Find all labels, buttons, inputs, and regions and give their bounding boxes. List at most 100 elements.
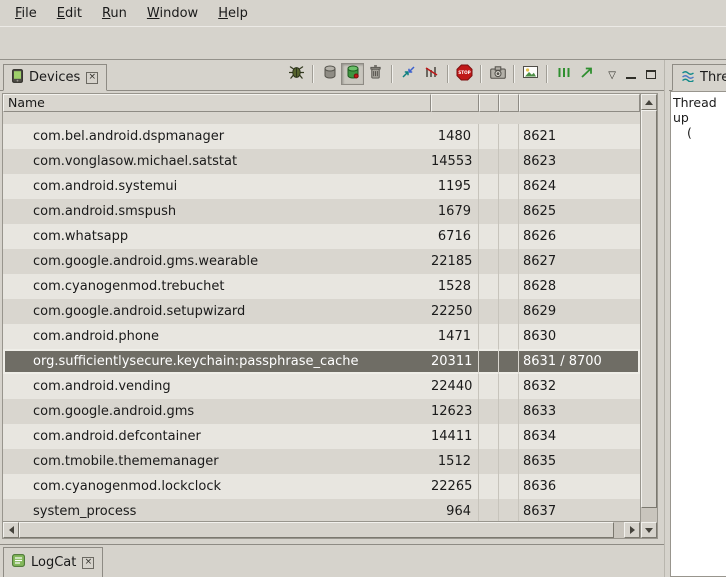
screen-capture-button[interactable]: [486, 63, 509, 85]
column-header-blank-2[interactable]: [499, 94, 519, 112]
menu-file[interactable]: File: [5, 3, 47, 24]
process-port: 8635: [519, 449, 640, 474]
process-pid: 1195: [431, 174, 479, 199]
blank-cell: [479, 299, 499, 324]
update-threads-icon: [401, 65, 416, 83]
toolbar-separator: [480, 65, 482, 83]
update-threads-button[interactable]: [397, 63, 420, 85]
screen-capture-icon: [490, 66, 506, 83]
view-menu-icon[interactable]: ▽: [608, 71, 616, 81]
dump-view-hierarchy-button[interactable]: [519, 63, 542, 85]
blank-cell: [499, 299, 519, 324]
vertical-scroll-thumb[interactable]: [641, 110, 657, 508]
process-row[interactable]: com.cyanogenmod.trebuchet15288628: [3, 274, 640, 299]
column-header-blank-1[interactable]: [479, 94, 499, 112]
devices-view: Devices ×: [0, 60, 664, 577]
vertical-scrollbar[interactable]: [640, 94, 657, 538]
dump-hprof-button[interactable]: [341, 63, 364, 85]
devices-tabstrip: Devices ×: [0, 60, 664, 91]
process-pid: 22440: [431, 374, 479, 399]
process-row[interactable]: com.google.android.gms.wearable221858627: [3, 249, 640, 274]
process-port: 8633: [519, 399, 640, 424]
tab-devices[interactable]: Devices ×: [3, 64, 107, 91]
column-header-name[interactable]: Name: [3, 94, 431, 112]
process-name: com.whatsapp: [3, 224, 431, 249]
stop-process-button[interactable]: STOP: [453, 63, 476, 85]
blank-cell: [479, 449, 499, 474]
logcat-view: LogCat ×: [0, 544, 664, 577]
close-icon[interactable]: ×: [86, 72, 98, 84]
process-pid: 964: [431, 499, 479, 521]
threads-view-icon: [681, 70, 694, 86]
debug-process-button[interactable]: [285, 63, 308, 85]
horizontal-scroll-thumb[interactable]: [19, 522, 614, 538]
scroll-right-button[interactable]: [624, 522, 640, 538]
column-header-pid[interactable]: [431, 94, 479, 112]
tab-devices-label: Devices: [29, 70, 80, 85]
update-heap-button[interactable]: [318, 63, 341, 85]
blank-cell: [499, 274, 519, 299]
cause-gc-button[interactable]: [364, 63, 387, 85]
process-row[interactable]: com.android.systemui11958624: [3, 174, 640, 199]
minimize-icon[interactable]: [626, 68, 636, 83]
process-pid: 1679: [431, 199, 479, 224]
process-row[interactable]: com.android.vending224408632: [3, 374, 640, 399]
process-row[interactable]: com.tmobile.thememanager15128635: [3, 449, 640, 474]
menu-edit[interactable]: Edit: [47, 3, 92, 24]
capture-systrace-button[interactable]: [552, 63, 575, 85]
blank-cell: [499, 249, 519, 274]
maximize-icon[interactable]: [646, 68, 656, 83]
process-pid: 22265: [431, 474, 479, 499]
process-row[interactable]: com.bel.android.dspmanager14808621: [3, 124, 640, 149]
process-row[interactable]: com.cyanogenmod.lockclock222658636: [3, 474, 640, 499]
blank-cell: [479, 324, 499, 349]
blank-cell: [479, 199, 499, 224]
blank-cell: [479, 474, 499, 499]
stop-process-icon: STOP: [456, 64, 473, 85]
menu-help[interactable]: Help: [208, 3, 258, 24]
process-row[interactable]: org.sufficientlysecure.keychain:passphra…: [3, 349, 640, 374]
blank-cell: [479, 499, 499, 521]
menu-run[interactable]: Run: [92, 3, 137, 24]
start-method-profiling-button[interactable]: [420, 63, 443, 85]
start-opengl-trace-button[interactable]: [575, 63, 598, 85]
process-port: 8631 / 8700: [519, 349, 640, 374]
process-row[interactable]: com.android.defcontainer144118634: [3, 424, 640, 449]
process-row[interactable]: com.android.smspush16798625: [3, 199, 640, 224]
debug-process-icon: [289, 65, 304, 84]
process-port: 8632: [519, 374, 640, 399]
blank-cell: [499, 124, 519, 149]
devices-table-area: Name com.bel.android.dspmanager14808621c…: [0, 91, 664, 539]
svg-text:STOP: STOP: [459, 70, 472, 75]
tab-threads-label: Threads: [700, 70, 726, 85]
menu-window[interactable]: Window: [137, 3, 208, 24]
process-row[interactable]: system_process9648637: [3, 499, 640, 521]
horizontal-scrollbar[interactable]: [3, 521, 640, 538]
scroll-up-button[interactable]: [641, 94, 657, 110]
blank-cell: [499, 149, 519, 174]
process-name: com.android.defcontainer: [3, 424, 431, 449]
toolbar-separator: [312, 65, 314, 83]
process-port: 8636: [519, 474, 640, 499]
capture-systrace-icon: [557, 66, 571, 83]
devices-toolbar: STOP: [285, 63, 598, 90]
process-row[interactable]: com.android.phone14718630: [3, 324, 640, 349]
process-row[interactable]: com.vonglasow.michael.satstat145538623: [3, 149, 640, 174]
process-pid: 14553: [431, 149, 479, 174]
blank-cell: [499, 424, 519, 449]
scroll-left-button[interactable]: [3, 522, 19, 538]
tab-threads[interactable]: Threads: [672, 64, 726, 91]
process-row[interactable]: com.google.android.gms126238633: [3, 399, 640, 424]
process-name: com.android.systemui: [3, 174, 431, 199]
scroll-down-button[interactable]: [641, 522, 657, 538]
process-row[interactable]: com.whatsapp67168626: [3, 224, 640, 249]
close-icon[interactable]: ×: [82, 557, 94, 569]
menu-bar: File Edit Run Window Help: [0, 0, 726, 26]
menu-window-label: W: [147, 6, 160, 21]
process-port: 8629: [519, 299, 640, 324]
blank-cell: [479, 349, 499, 374]
column-header-port[interactable]: [519, 94, 640, 112]
process-row[interactable]: com.google.android.setupwizard222508629: [3, 299, 640, 324]
blank-cell: [479, 174, 499, 199]
tab-logcat[interactable]: LogCat ×: [3, 547, 103, 577]
